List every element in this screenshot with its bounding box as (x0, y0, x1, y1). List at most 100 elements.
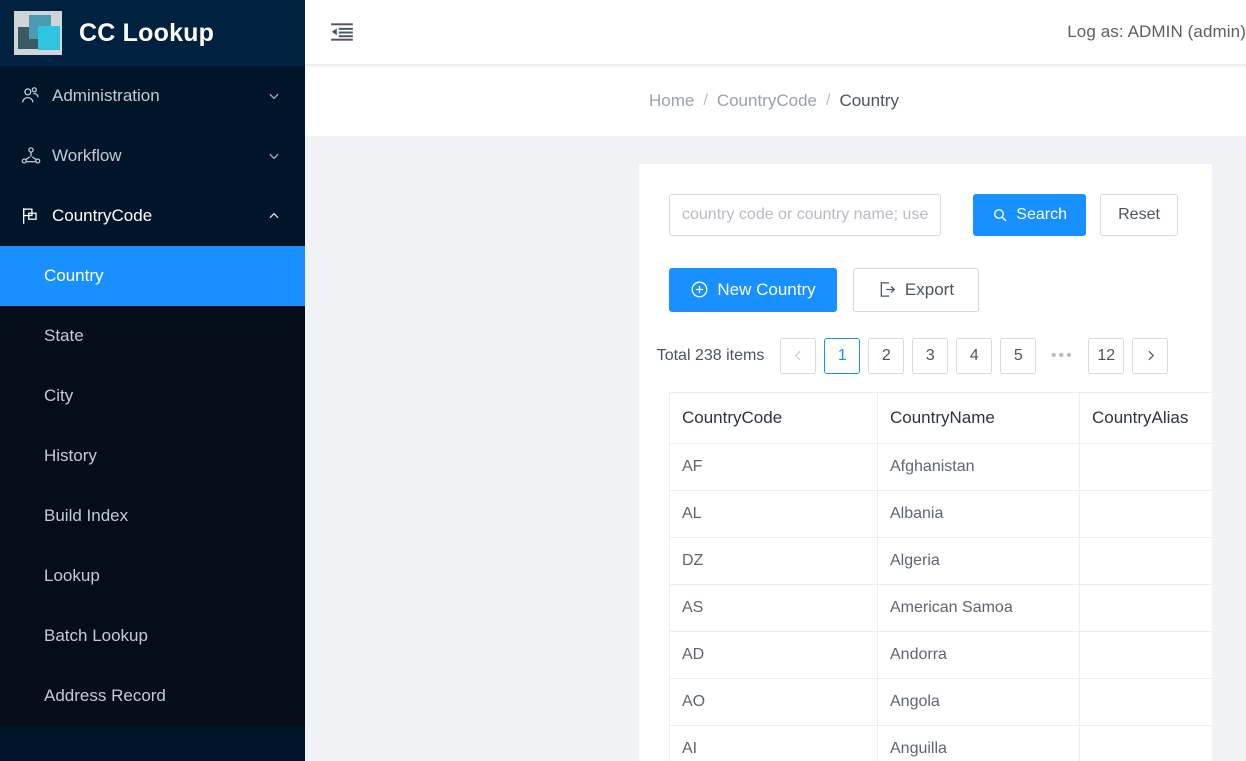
breadcrumb-item-countrycode[interactable]: CountryCode (717, 91, 817, 111)
brand-title: CC Lookup (79, 19, 214, 48)
breadcrumb-separator: / (826, 92, 830, 110)
cell-countrycode: AF (670, 443, 878, 490)
cc-lookup-logo-icon (14, 11, 62, 55)
table-row[interactable]: AF Afghanistan (670, 443, 1213, 490)
chevron-down-icon[interactable] (267, 89, 281, 103)
sidebar-subitem-label: Build Index (44, 506, 128, 526)
sidebar-item-countrycode[interactable]: CountryCode (0, 186, 305, 246)
pagination-page-1[interactable]: 1 (824, 338, 860, 374)
pagination-page-5[interactable]: 5 (1000, 338, 1036, 374)
sidebar-item-label: CountryCode (52, 206, 267, 226)
sidebar-item-history[interactable]: History (0, 426, 305, 486)
flag-icon (20, 205, 42, 227)
cell-countryalias (1080, 631, 1213, 678)
app-root: CC Lookup Administration (0, 0, 1246, 761)
cell-countryalias (1080, 537, 1213, 584)
chevron-right-icon (1144, 349, 1157, 362)
export-icon (878, 280, 897, 299)
column-header-countryname[interactable]: CountryName (878, 392, 1080, 443)
cell-countrycode: DZ (670, 537, 878, 584)
cell-countryname: Algeria (878, 537, 1080, 584)
main-area: Log as: ADMIN (admin) Home / CountryCode… (305, 0, 1246, 761)
menu-fold-icon[interactable] (329, 19, 355, 45)
sidebar-item-city[interactable]: City (0, 366, 305, 426)
sidebar-submenu-countrycode: Country State City History Build Index L… (0, 246, 305, 726)
export-label: Export (905, 280, 954, 300)
sidebar-item-lookup[interactable]: Lookup (0, 546, 305, 606)
cell-countryalias (1080, 490, 1213, 537)
table-row[interactable]: AS American Samoa (670, 584, 1213, 631)
pagination-next-button[interactable] (1132, 338, 1168, 374)
cell-countryname: Anguilla (878, 725, 1080, 761)
sidebar-item-address-record[interactable]: Address Record (0, 666, 305, 726)
table-row[interactable]: AI Anguilla (670, 725, 1213, 761)
cell-countryname: Afghanistan (878, 443, 1080, 490)
sidebar-subitem-label: State (44, 326, 84, 346)
sidebar-menu: Administration Workflow (0, 66, 305, 761)
breadcrumb-separator: / (703, 92, 707, 110)
cell-countrycode: AI (670, 725, 878, 761)
pagination-page-2[interactable]: 2 (868, 338, 904, 374)
sidebar-subitem-label: Address Record (44, 686, 166, 706)
pagination-page-3[interactable]: 3 (912, 338, 948, 374)
team-icon (20, 85, 42, 107)
search-button-label: Search (1016, 206, 1067, 224)
sidebar-item-label: Workflow (52, 146, 267, 166)
sidebar-item-build-index[interactable]: Build Index (0, 486, 305, 546)
cell-countryname: Albania (878, 490, 1080, 537)
content-region: Search Reset New Country (305, 136, 1246, 761)
pagination-page-last[interactable]: 12 (1088, 338, 1124, 374)
deployment-unit-icon (20, 145, 42, 167)
country-table: CountryCode CountryName CountryAlias Act… (669, 392, 1212, 761)
table-body: AF Afghanistan AL Albania (670, 443, 1213, 761)
column-header-countryalias[interactable]: CountryAlias (1080, 392, 1213, 443)
chevron-left-icon (792, 349, 805, 362)
search-row: Search Reset (669, 194, 1178, 236)
new-country-label: New Country (717, 280, 815, 300)
cell-countryname: American Samoa (878, 584, 1080, 631)
reset-button-label: Reset (1118, 206, 1160, 224)
table-row[interactable]: DZ Algeria (670, 537, 1213, 584)
new-country-button[interactable]: New Country (669, 268, 837, 312)
sidebar-item-country[interactable]: Country (0, 246, 305, 306)
table-header-row: CountryCode CountryName CountryAlias Act… (670, 392, 1213, 443)
table-row[interactable]: AO Angola (670, 678, 1213, 725)
table-row[interactable]: AL Albania (670, 490, 1213, 537)
sidebar: CC Lookup Administration (0, 0, 305, 761)
breadcrumb-item-country: Country (839, 91, 899, 111)
action-row: New Country Export (669, 268, 1178, 312)
table-head: CountryCode CountryName CountryAlias Act… (670, 392, 1213, 443)
reset-button[interactable]: Reset (1100, 194, 1178, 236)
pagination-prev-button[interactable] (780, 338, 816, 374)
plus-circle-icon (690, 280, 709, 299)
pagination-page-4[interactable]: 4 (956, 338, 992, 374)
cell-countrycode: AD (670, 631, 878, 678)
sidebar-subitem-label: Lookup (44, 566, 100, 586)
country-card: Search Reset New Country (639, 164, 1212, 761)
table-row[interactable]: AD Andorra (670, 631, 1213, 678)
search-button[interactable]: Search (973, 194, 1086, 236)
cell-countryalias (1080, 725, 1213, 761)
brand-header[interactable]: CC Lookup (0, 0, 305, 66)
login-as-label: Log as: ADMIN (admin) (1067, 22, 1246, 42)
sidebar-subitem-label: History (44, 446, 97, 466)
pagination-ellipsis[interactable]: ••• (1044, 338, 1080, 374)
cell-countryalias (1080, 678, 1213, 725)
sidebar-item-label: Administration (52, 86, 267, 106)
chevron-down-icon[interactable] (267, 149, 281, 163)
cell-countryname: Angola (878, 678, 1080, 725)
search-input[interactable] (669, 194, 941, 236)
sidebar-subitem-label: Country (44, 266, 104, 286)
chevron-up-icon[interactable] (267, 209, 281, 223)
cell-countrycode: AO (670, 678, 878, 725)
sidebar-item-workflow[interactable]: Workflow (0, 126, 305, 186)
top-bar: Log as: ADMIN (admin) (305, 0, 1246, 64)
sidebar-item-state[interactable]: State (0, 306, 305, 366)
sidebar-item-administration[interactable]: Administration (0, 66, 305, 126)
breadcrumb-item-home[interactable]: Home (649, 91, 694, 111)
sidebar-item-batch-lookup[interactable]: Batch Lookup (0, 606, 305, 666)
column-header-countrycode[interactable]: CountryCode (670, 392, 878, 443)
cell-countryname: Andorra (878, 631, 1080, 678)
export-button[interactable]: Export (853, 268, 979, 312)
search-icon (992, 207, 1008, 223)
